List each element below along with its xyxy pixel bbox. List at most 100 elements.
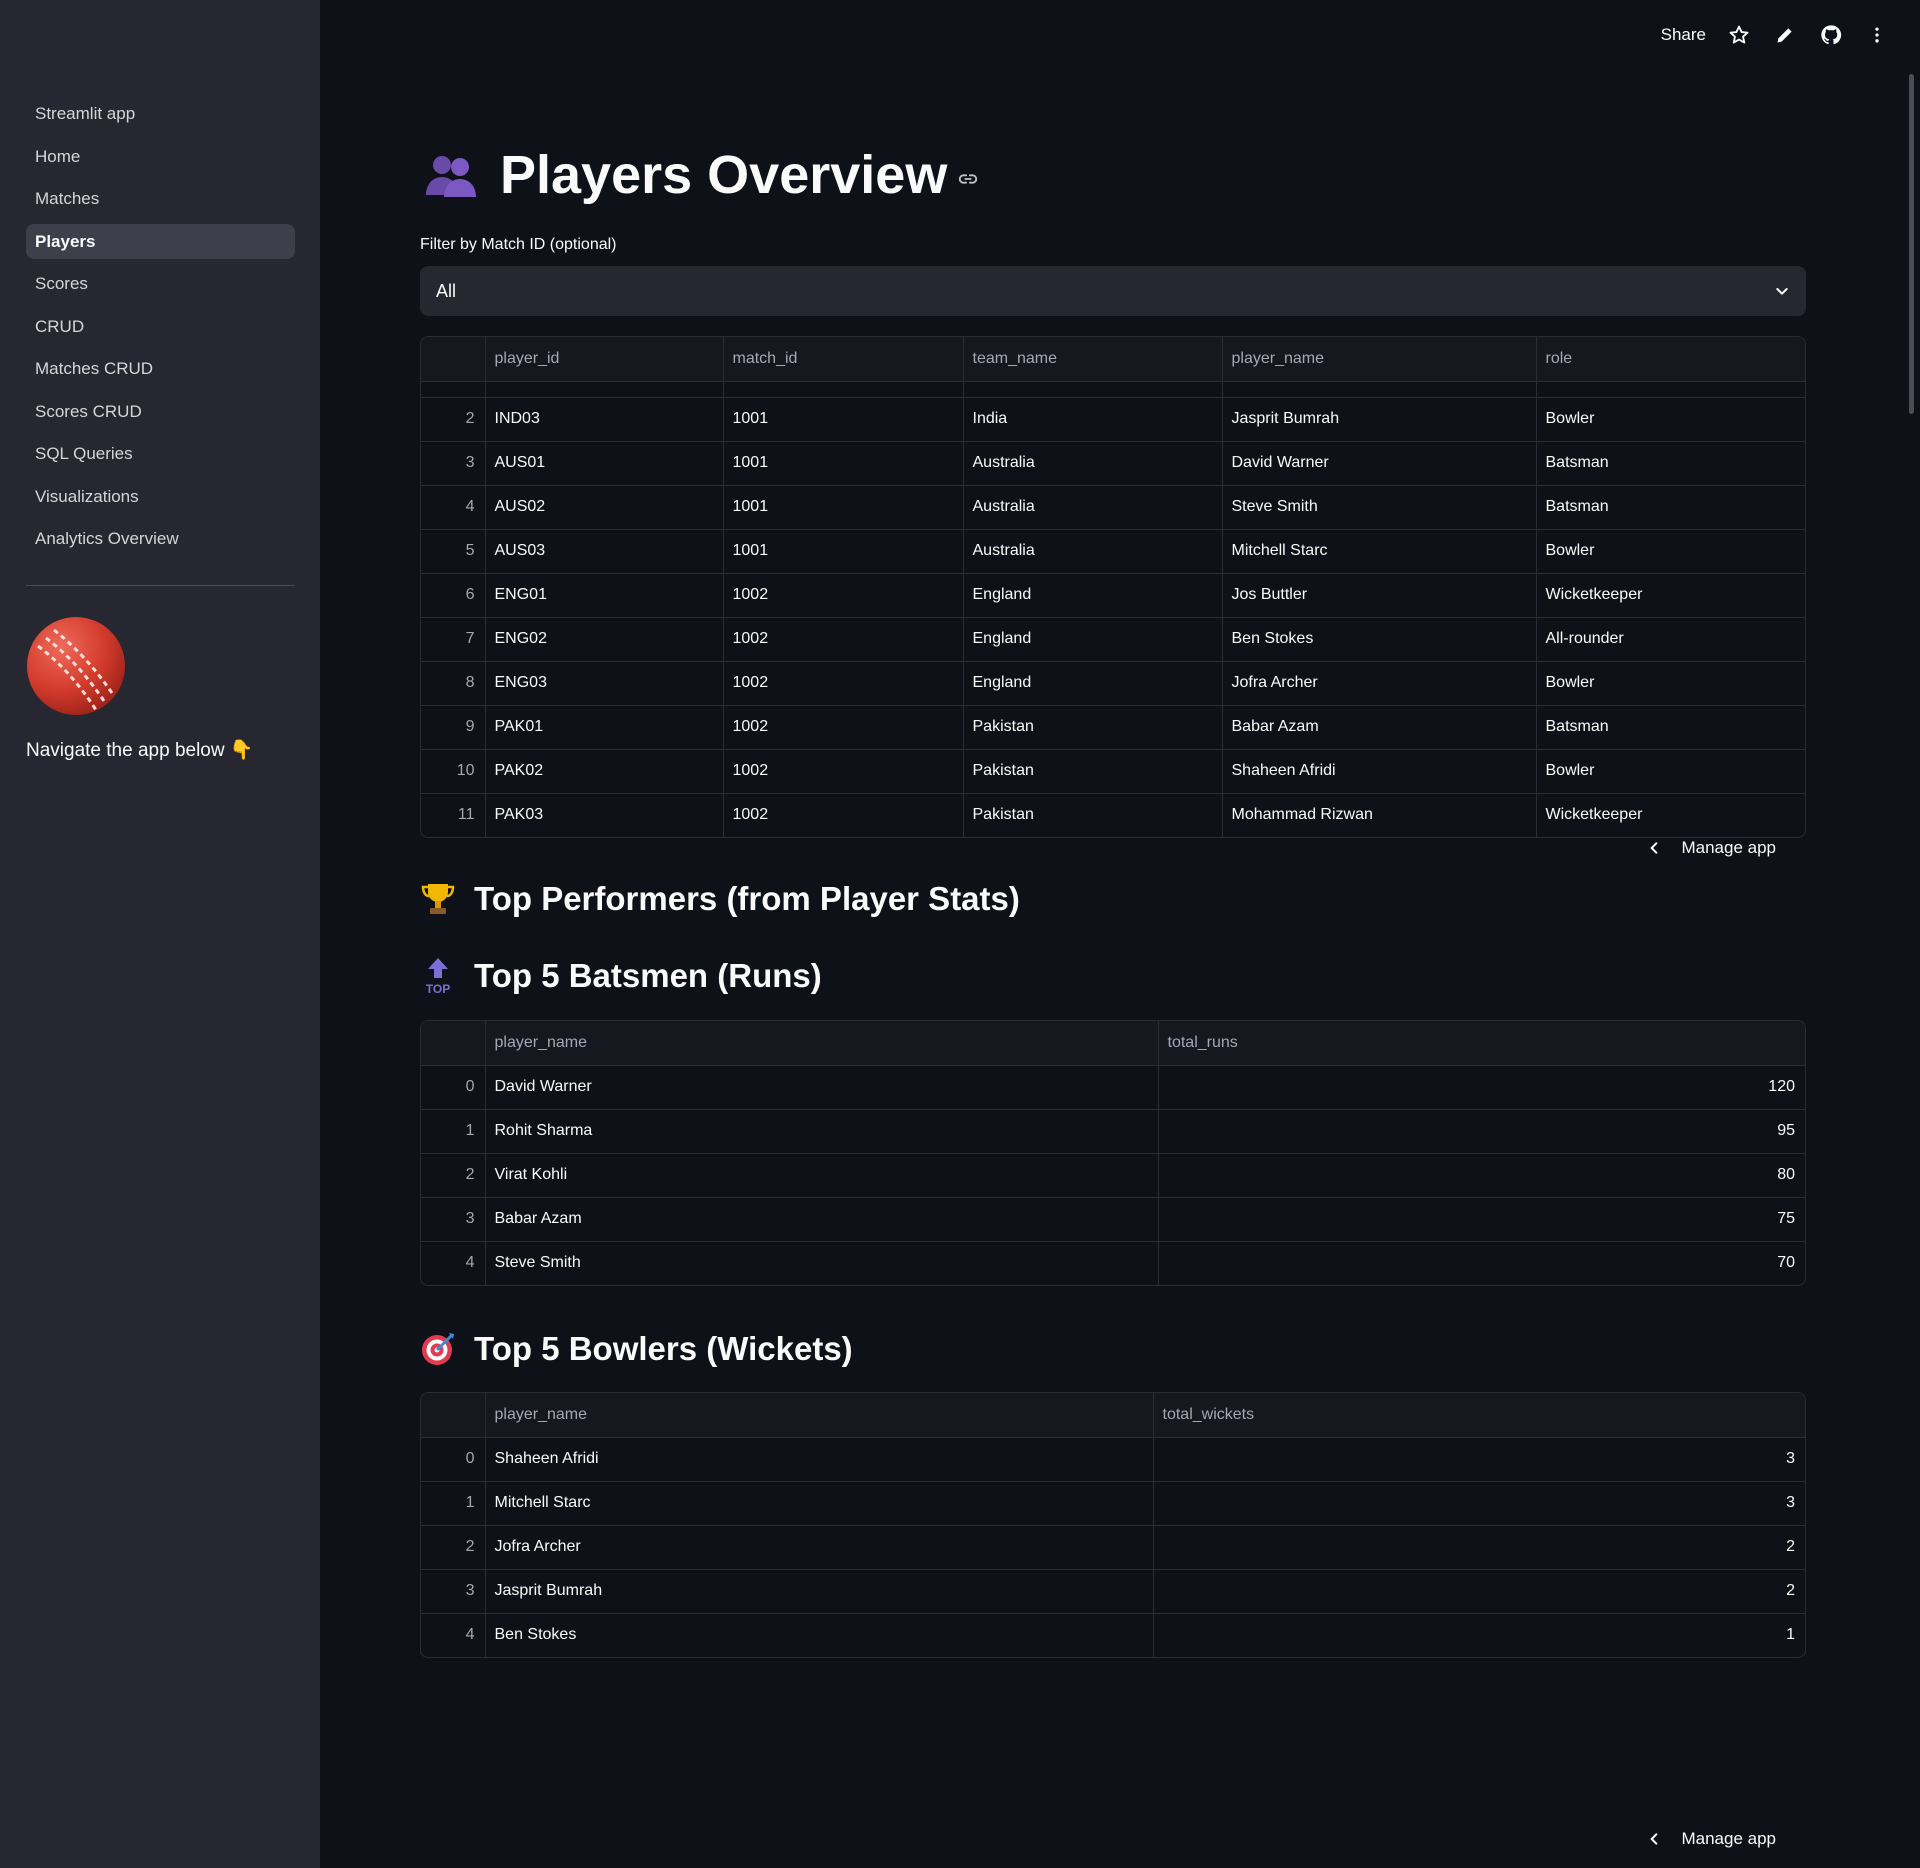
table-row[interactable]: 11 PAK03 1002 Pakistan Mohammad Rizwan Wicket…: [421, 793, 1805, 837]
table-cell[interactable]: 1: [1153, 1613, 1805, 1657]
table-cell[interactable]: Mohammad Rizwan: [1222, 793, 1537, 837]
table-cell[interactable]: Ben Stokes: [485, 1613, 1154, 1657]
table-cell[interactable]: AUS02: [485, 485, 724, 530]
table-row[interactable]: 8 ENG03 1002 England Jofra Archer Bowler: [421, 661, 1805, 706]
row-index-cell[interactable]: 4: [421, 1241, 486, 1285]
table-cell[interactable]: England: [963, 573, 1223, 618]
row-index-cell[interactable]: 10: [421, 749, 486, 794]
table-cell[interactable]: PAK03: [485, 793, 724, 837]
sidebar-item-home[interactable]: Home: [26, 139, 295, 174]
star-icon[interactable]: [1726, 22, 1752, 48]
pencil-icon[interactable]: [1772, 22, 1798, 48]
table-cell[interactable]: Pakistan: [963, 705, 1223, 750]
table-cell[interactable]: 1002: [723, 749, 964, 794]
row-index-cell[interactable]: 7: [421, 617, 486, 662]
table-row[interactable]: 1 Rohit Sharma 95: [421, 1109, 1805, 1154]
column-header-match-id[interactable]: match_id: [723, 337, 964, 382]
sidebar-item-sql-queries[interactable]: SQL Queries: [26, 436, 295, 471]
sidebar-item-matches[interactable]: Matches: [26, 181, 295, 216]
anchor-link-icon[interactable]: [957, 168, 979, 190]
table-cell[interactable]: Shaheen Afridi: [1222, 749, 1537, 794]
table-row[interactable]: 3 Babar Azam 75: [421, 1197, 1805, 1242]
table-cell[interactable]: 95: [1158, 1109, 1805, 1154]
table-row[interactable]: 1 Mitchell Starc 3: [421, 1481, 1805, 1526]
table-cell[interactable]: Steve Smith: [1222, 485, 1537, 530]
row-index-cell[interactable]: 3: [421, 1197, 486, 1242]
table-cell[interactable]: Batsman: [1536, 441, 1805, 486]
row-index-cell[interactable]: 0: [421, 1065, 486, 1110]
table-cell[interactable]: Steve Smith: [485, 1241, 1159, 1285]
column-header-player-name[interactable]: player_name: [485, 1393, 1154, 1438]
table-cell[interactable]: Batsman: [1536, 485, 1805, 530]
column-header-total-wickets[interactable]: total_wickets: [1153, 1393, 1805, 1438]
table-cell[interactable]: Pakistan: [963, 793, 1223, 837]
row-index-cell[interactable]: 4: [421, 485, 486, 530]
table-cell[interactable]: Australia: [963, 529, 1223, 574]
table-cell[interactable]: India: [963, 397, 1223, 442]
table-cell[interactable]: 2: [1153, 1569, 1805, 1614]
table-cell[interactable]: Bowler: [1536, 749, 1805, 794]
table-cell[interactable]: Mitchell Starc: [485, 1481, 1154, 1526]
row-index-cell[interactable]: 3: [421, 441, 486, 486]
table-cell[interactable]: All-rounder: [1536, 617, 1805, 662]
sidebar-item-scores[interactable]: Scores: [26, 266, 295, 301]
table-cell[interactable]: ENG03: [485, 661, 724, 706]
sidebar-item-scores-crud[interactable]: Scores CRUD: [26, 394, 295, 429]
table-cell[interactable]: Australia: [963, 441, 1223, 486]
table-cell[interactable]: Rohit Sharma: [485, 1109, 1159, 1154]
table-cell[interactable]: ENG02: [485, 617, 724, 662]
table-cell[interactable]: 70: [1158, 1241, 1805, 1285]
table-cell[interactable]: Ben Stokes: [1222, 617, 1537, 662]
row-index-cell[interactable]: 9: [421, 705, 486, 750]
row-index-cell[interactable]: 2: [421, 1153, 486, 1198]
manage-app-button[interactable]: Manage app: [1647, 838, 1776, 858]
sidebar-item-streamlit-app[interactable]: Streamlit app: [26, 96, 295, 131]
sidebar-item-matches-crud[interactable]: Matches CRUD: [26, 351, 295, 386]
page-scrollbar[interactable]: [1909, 74, 1914, 414]
table-cell[interactable]: 3: [1153, 1437, 1805, 1482]
github-icon[interactable]: [1818, 22, 1844, 48]
row-index-cell[interactable]: 2: [421, 1525, 486, 1570]
sidebar-item-crud[interactable]: CRUD: [26, 309, 295, 344]
table-cell[interactable]: Wicketkeeper: [1536, 793, 1805, 837]
share-button[interactable]: Share: [1661, 25, 1706, 45]
table-cell[interactable]: PAK01: [485, 705, 724, 750]
table-cell[interactable]: 1002: [723, 793, 964, 837]
row-index-cell[interactable]: 8: [421, 661, 486, 706]
row-index-cell[interactable]: 1: [421, 1109, 486, 1154]
table-cell[interactable]: 1001: [723, 529, 964, 574]
top-bowlers-table[interactable]: player_name total_wickets 0 Shaheen Afrid…: [420, 1392, 1806, 1658]
table-cell[interactable]: Batsman: [1536, 705, 1805, 750]
table-row[interactable]: 4 AUS02 1001 Australia Steve Smith Batsman: [421, 485, 1805, 530]
table-row[interactable]: 3 AUS01 1001 Australia David Warner Batsman: [421, 441, 1805, 486]
sidebar-item-players[interactable]: Players: [26, 223, 295, 259]
column-header-player-name[interactable]: player_name: [1222, 337, 1537, 382]
table-cell[interactable]: 3: [1153, 1481, 1805, 1526]
table-cell[interactable]: 1002: [723, 617, 964, 662]
table-cell[interactable]: England: [963, 661, 1223, 706]
row-index-cell[interactable]: 11: [421, 793, 486, 837]
table-row[interactable]: 2 IND03 1001 India Jasprit Bumrah Bowler: [421, 397, 1805, 442]
table-row[interactable]: 3 Jasprit Bumrah 2: [421, 1569, 1805, 1614]
table-cell[interactable]: David Warner: [485, 1065, 1159, 1110]
table-cell[interactable]: IND03: [485, 397, 724, 442]
column-header-player-name[interactable]: player_name: [485, 1021, 1159, 1066]
table-cell[interactable]: 1001: [723, 397, 964, 442]
table-cell[interactable]: 1002: [723, 705, 964, 750]
table-cell[interactable]: Jofra Archer: [485, 1525, 1154, 1570]
table-row[interactable]: 0 Shaheen Afridi 3: [421, 1437, 1805, 1482]
table-cell[interactable]: 1001: [723, 441, 964, 486]
sidebar-item-analytics-overview[interactable]: Analytics Overview: [26, 521, 295, 556]
table-cell[interactable]: Shaheen Afridi: [485, 1437, 1154, 1482]
table-cell[interactable]: Bowler: [1536, 529, 1805, 574]
table-row[interactable]: 4 Ben Stokes 1: [421, 1613, 1805, 1657]
table-cell[interactable]: Mitchell Starc: [1222, 529, 1537, 574]
table-cell[interactable]: Jasprit Bumrah: [1222, 397, 1537, 442]
table-cell[interactable]: 2: [1153, 1525, 1805, 1570]
manage-app-button-bottom[interactable]: Manage app: [1647, 1829, 1776, 1849]
table-cell[interactable]: Bowler: [1536, 661, 1805, 706]
table-row[interactable]: 2 Jofra Archer 2: [421, 1525, 1805, 1570]
table-cell[interactable]: Australia: [963, 485, 1223, 530]
row-index-cell[interactable]: 3: [421, 1569, 486, 1614]
table-cell[interactable]: 80: [1158, 1153, 1805, 1198]
